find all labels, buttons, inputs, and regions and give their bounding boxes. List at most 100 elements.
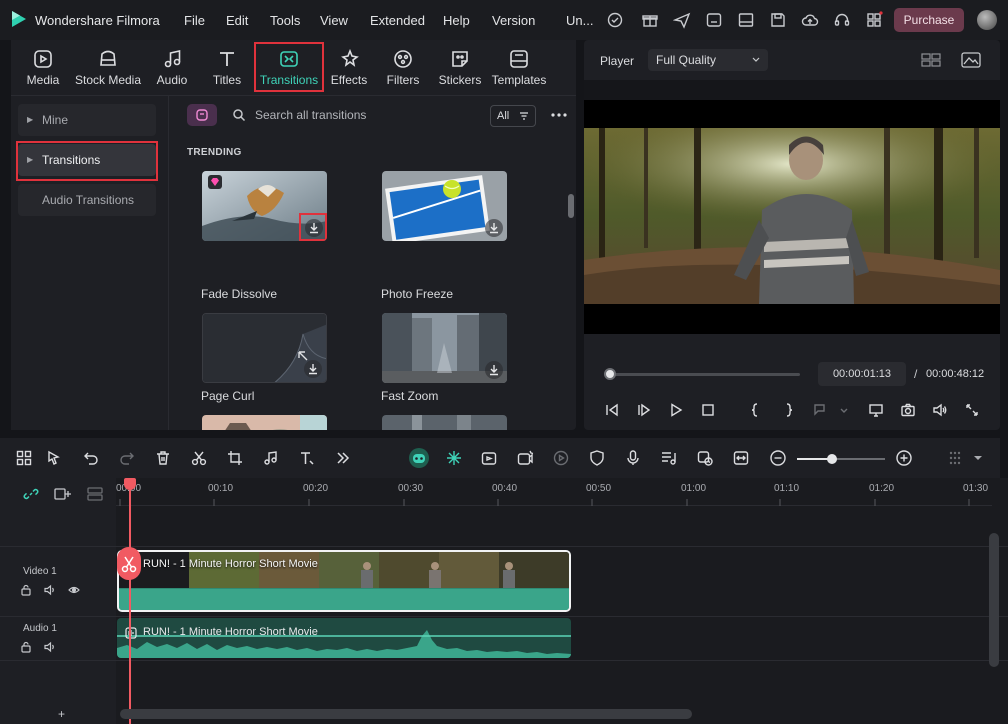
step-back-icon[interactable] <box>604 402 620 418</box>
quality-dropdown[interactable]: Full Quality <box>648 49 768 71</box>
render-preview-icon[interactable] <box>552 449 570 467</box>
mark-out-icon[interactable] <box>780 402 796 418</box>
transition-thumbnail[interactable] <box>202 415 327 430</box>
lock-icon[interactable] <box>20 584 32 596</box>
mark-in-icon[interactable] <box>748 402 764 418</box>
check-circle-icon[interactable] <box>606 11 624 29</box>
audio-mixer-icon[interactable] <box>660 449 678 467</box>
timeline-horizontal-scrollbar[interactable] <box>120 709 692 719</box>
redo-icon[interactable] <box>118 449 136 467</box>
auto-reframe-icon[interactable] <box>480 449 498 467</box>
menu-view[interactable]: View <box>320 13 348 28</box>
track-settings-grid-icon[interactable] <box>946 449 964 467</box>
playhead[interactable] <box>129 484 131 724</box>
menu-tools[interactable]: Tools <box>270 13 300 28</box>
eye-icon[interactable] <box>68 584 80 596</box>
current-timecode[interactable]: 00:00:01:13 <box>818 362 906 386</box>
tab-audio[interactable]: Audio <box>153 42 191 94</box>
zoom-in-icon[interactable] <box>895 449 913 467</box>
headset-icon[interactable] <box>833 11 851 29</box>
cloud-upload-icon[interactable] <box>801 11 819 29</box>
menu-file[interactable]: File <box>184 13 205 28</box>
text-icon[interactable] <box>298 449 316 467</box>
delete-icon[interactable] <box>154 449 172 467</box>
lock-icon[interactable] <box>20 641 32 653</box>
audio-edit-icon[interactable] <box>262 449 280 467</box>
microphone-icon[interactable] <box>624 449 642 467</box>
transition-page-curl[interactable] <box>202 313 327 383</box>
tab-stock-media[interactable]: Stock Media <box>73 42 143 94</box>
track-manager-icon[interactable] <box>86 486 104 502</box>
purchase-button[interactable]: Purchase <box>894 8 964 32</box>
transition-photo-freeze[interactable] <box>382 171 507 241</box>
timeline-vertical-scrollbar[interactable] <box>989 533 999 667</box>
chevron-down-icon[interactable] <box>836 402 852 418</box>
add-track-icon[interactable] <box>54 486 72 502</box>
tab-filters[interactable]: Filters <box>385 42 421 94</box>
camera-snapshot-icon[interactable] <box>900 402 916 418</box>
category-mine[interactable]: ▶ Mine <box>18 104 156 136</box>
tab-stickers[interactable]: Stickers <box>437 42 483 94</box>
more-tools-icon[interactable] <box>334 449 352 467</box>
marker-icon[interactable] <box>812 402 828 418</box>
player-progress-track[interactable] <box>604 373 800 376</box>
snapshot-image-icon[interactable] <box>961 52 981 68</box>
menu-extended[interactable]: Extended <box>370 13 425 28</box>
stop-icon[interactable] <box>700 402 716 418</box>
zoom-slider-knob[interactable] <box>827 454 837 464</box>
fullscreen-icon[interactable] <box>964 402 980 418</box>
video-clip[interactable]: RUN! - 1 Minute Horror Short Movie <box>117 550 571 612</box>
layout-icon[interactable] <box>737 11 755 29</box>
menu-help[interactable]: Help <box>443 13 470 28</box>
link-icon[interactable] <box>23 486 39 502</box>
menu-version[interactable]: Version <box>492 13 535 28</box>
video-preview[interactable] <box>584 100 1000 334</box>
menu-edit[interactable]: Edit <box>226 13 248 28</box>
volume-icon[interactable] <box>932 402 948 418</box>
send-icon[interactable] <box>673 11 691 29</box>
tab-titles[interactable]: Titles <box>207 42 247 94</box>
favorite-filter-button[interactable] <box>187 104 217 126</box>
all-filter-dropdown[interactable]: All <box>490 105 536 127</box>
zoom-out-icon[interactable] <box>769 449 787 467</box>
transition-fade-dissolve[interactable] <box>202 171 327 241</box>
add-track-button[interactable]: + <box>58 707 65 721</box>
save-icon[interactable] <box>769 11 787 29</box>
play-icon[interactable] <box>668 402 684 418</box>
transition-fast-zoom[interactable] <box>382 313 507 383</box>
speed-ramp-icon[interactable] <box>696 449 714 467</box>
download-button[interactable] <box>485 361 503 379</box>
volume-icon[interactable] <box>44 641 56 653</box>
display-icon[interactable] <box>868 402 884 418</box>
play-frame-icon[interactable] <box>636 402 652 418</box>
tab-templates[interactable]: Templates <box>491 42 547 94</box>
category-audio-transitions[interactable]: Audio Transitions <box>18 184 156 216</box>
apps-grid-icon[interactable] <box>865 11 883 29</box>
search-input[interactable] <box>255 105 455 125</box>
split-scissors-icon[interactable] <box>190 449 208 467</box>
fit-timeline-icon[interactable] <box>732 449 750 467</box>
avatar[interactable] <box>977 10 997 30</box>
transition-thumbnail[interactable] <box>382 415 507 430</box>
playhead-split-button[interactable] <box>117 547 141 580</box>
snap-magnet-icon[interactable] <box>445 449 463 467</box>
gift-icon[interactable] <box>641 11 659 29</box>
undo-icon[interactable] <box>82 449 100 467</box>
download-button[interactable] <box>485 219 503 237</box>
ai-tools-icon[interactable] <box>705 11 723 29</box>
tab-media[interactable]: Media <box>21 42 65 94</box>
layout-grid-icon[interactable] <box>15 449 33 467</box>
chevron-down-icon[interactable] <box>972 449 984 467</box>
scrollbar[interactable] <box>568 194 574 218</box>
select-pointer-icon[interactable] <box>45 449 63 467</box>
time-ruler[interactable]: 00:00 00:10 00:20 00:30 00:40 00:50 01:0… <box>116 478 992 506</box>
download-button[interactable] <box>304 360 322 378</box>
tab-effects[interactable]: Effects <box>327 42 371 94</box>
more-options-icon[interactable] <box>550 108 568 122</box>
shield-icon[interactable] <box>588 449 606 467</box>
grid-view-icon[interactable] <box>921 52 941 68</box>
audio-clip[interactable]: RUN! - 1 Minute Horror Short Movie <box>117 618 571 658</box>
player-progress-knob[interactable] <box>603 368 616 380</box>
playhead-handle[interactable] <box>124 478 136 490</box>
ai-effects-icon[interactable] <box>516 449 534 467</box>
